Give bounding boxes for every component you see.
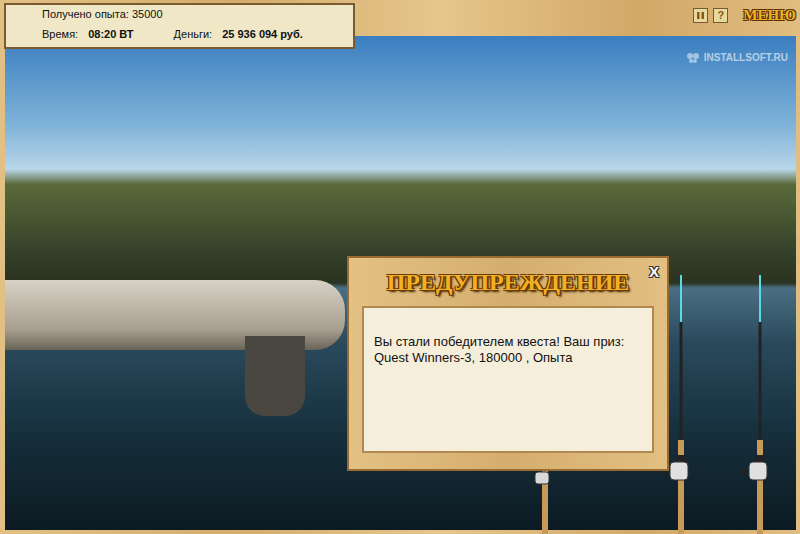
log-root [245, 336, 305, 416]
close-button[interactable]: X [649, 264, 659, 279]
watermark: INSTALLSOFT.RU [686, 50, 788, 65]
time-value: 08:20 ВТ [88, 28, 133, 41]
warning-dialog: ПРЕДУПРЕЖДЕНИЕ X Вы стали победителем кв… [347, 256, 669, 471]
dialog-title: ПРЕДУПРЕЖДЕНИЕ [387, 270, 630, 294]
butterfly-icon [686, 51, 700, 65]
toolbar: ? МЕНЮ [693, 8, 796, 23]
money-value: 25 936 094 руб. [222, 28, 303, 41]
pause-icon [696, 11, 705, 20]
dialog-body: Вы стали победителем квеста! Ваш приз: Q… [362, 306, 654, 453]
status-row: Время: 08:20 ВТ Деньги: 25 936 094 руб. [42, 28, 317, 41]
pause-button[interactable] [693, 8, 708, 23]
time-label: Время: [42, 28, 78, 41]
dialog-header: ПРЕДУПРЕЖДЕНИЕ X [362, 264, 654, 300]
menu-button[interactable]: МЕНЮ [743, 8, 796, 23]
help-button[interactable]: ? [713, 8, 728, 23]
money-label: Деньги: [174, 28, 213, 41]
info-panel: Получено опыта: 35000 Время: 08:20 ВТ Де… [4, 3, 355, 49]
watermark-text: INSTALLSOFT.RU [704, 50, 788, 65]
dialog-message: Вы стали победителем квеста! Ваш приз: Q… [374, 334, 642, 366]
experience-text: Получено опыта: 35000 [42, 8, 317, 21]
